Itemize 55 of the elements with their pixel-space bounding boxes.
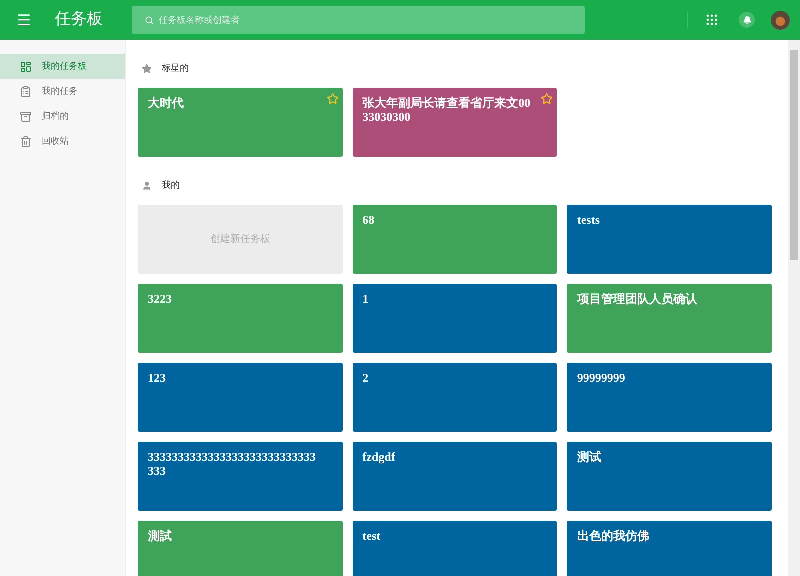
board-title: 张大年副局长请查看省厅来文0033030300 xyxy=(362,96,532,124)
board-title: 大时代 xyxy=(148,96,185,110)
board-title: 1 xyxy=(362,292,370,306)
board-card[interactable]: 3333333333333333333333333333333 xyxy=(138,442,343,511)
board-title: 测试 xyxy=(577,450,602,464)
board-title: fzdgdf xyxy=(362,450,396,464)
board-title: 123 xyxy=(148,371,167,385)
bell-icon xyxy=(742,16,752,24)
board-card[interactable]: 项目管理团队人员确认 xyxy=(567,284,772,353)
board-card[interactable]: 3223 xyxy=(138,284,343,353)
board-title: 项目管理团队人员确认 xyxy=(577,292,698,306)
sidebar-item[interactable]: 我的任务板 xyxy=(0,54,125,79)
section-title: 标星的 xyxy=(162,62,189,76)
dashboard-icon xyxy=(20,60,32,72)
scrollbar[interactable] xyxy=(788,40,800,576)
apps-icon[interactable] xyxy=(705,13,719,27)
board-title: 測試 xyxy=(148,529,173,543)
board-card[interactable]: 张大年副局长请查看省厅来文0033030300 xyxy=(352,88,558,157)
archive-icon xyxy=(20,110,32,122)
avatar-icon[interactable] xyxy=(771,10,790,30)
board-card[interactable]: 2 xyxy=(352,363,558,432)
board-card[interactable]: 123 xyxy=(138,363,343,432)
board-card[interactable]: 測試 xyxy=(138,521,343,576)
search-field[interactable]: 任务板名称或创建者 xyxy=(132,6,585,34)
board-card[interactable]: 大时代 xyxy=(138,88,343,157)
board-title: 2 xyxy=(362,371,370,385)
board-card[interactable]: tests xyxy=(567,205,772,274)
clipboard-icon xyxy=(20,86,32,98)
board-card[interactable]: 68 xyxy=(352,205,558,274)
board-title: 68 xyxy=(362,213,376,227)
trash-icon xyxy=(20,136,32,148)
section-title: 我的 xyxy=(162,179,180,192)
app-title: 任务板 xyxy=(55,10,104,30)
menu-icon[interactable] xyxy=(16,12,32,28)
board-card[interactable]: 测试 xyxy=(567,442,772,511)
sidebar-item[interactable]: 归档的 xyxy=(0,104,125,129)
board-title: 3333333333333333333333333333333 xyxy=(148,450,317,478)
search-icon xyxy=(145,16,154,25)
board-card[interactable]: 99999999 xyxy=(567,363,772,432)
star-icon[interactable] xyxy=(541,93,554,105)
sidebar-item[interactable]: 我的任务 xyxy=(0,79,125,104)
board-card[interactable]: 出色的我仿佛 xyxy=(567,521,772,576)
person-icon xyxy=(142,181,152,191)
star-icon xyxy=(142,64,152,74)
board-card[interactable]: fzdgdf xyxy=(352,442,558,511)
board-card[interactable]: 1 xyxy=(352,284,558,353)
notification-button[interactable] xyxy=(739,12,755,28)
board-card[interactable]: test xyxy=(352,521,558,576)
board-title: 99999999 xyxy=(577,371,626,385)
star-icon[interactable] xyxy=(326,93,339,105)
board-title: tests xyxy=(577,213,601,227)
sidebar-item[interactable]: 回收站 xyxy=(0,129,125,154)
board-title: 出色的我仿佛 xyxy=(577,529,650,543)
board-title: 3223 xyxy=(148,292,173,306)
board-title: test xyxy=(362,529,382,543)
